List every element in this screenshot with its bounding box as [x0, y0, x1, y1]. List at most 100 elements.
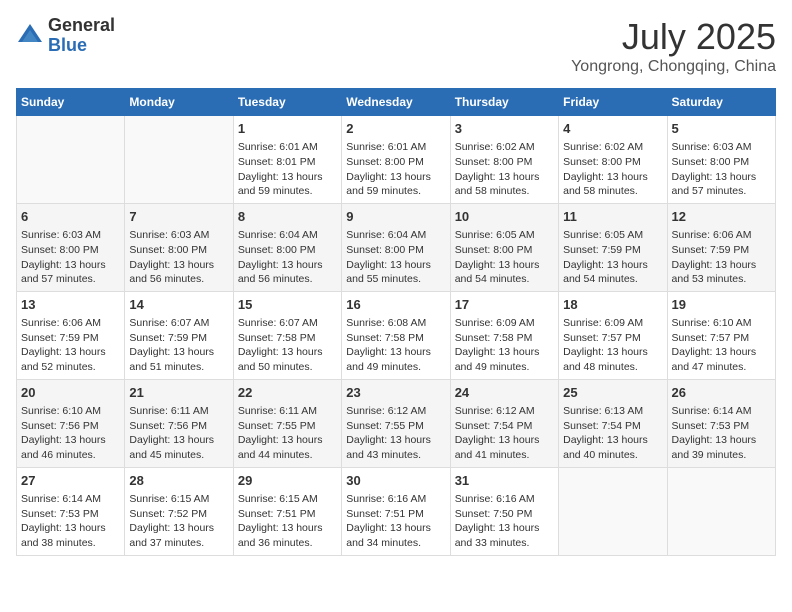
day-info: Sunrise: 6:10 AM Sunset: 7:57 PM Dayligh…: [672, 316, 771, 375]
calendar-cell: 27 Sunrise: 6:14 AM Sunset: 7:53 PM Dayli…: [17, 467, 125, 555]
calendar-cell: 5Sunrise: 6:03 AM Sunset: 8:00 PM Daylig…: [667, 116, 775, 204]
calendar-table: SundayMondayTuesdayWednesdayThursdayFrid…: [16, 88, 776, 556]
day-number: 26: [672, 384, 771, 402]
day-info: Sunrise: 6:03 AM Sunset: 8:00 PM Dayligh…: [21, 228, 120, 287]
day-number: 15: [238, 296, 337, 314]
calendar-week-row: 6 Sunrise: 6:03 AM Sunset: 8:00 PM Daylig…: [17, 203, 776, 291]
day-info: Sunrise: 6:14 AM Sunset: 7:53 PM Dayligh…: [672, 404, 771, 463]
day-number: 20: [21, 384, 120, 402]
calendar-cell: 2 Sunrise: 6:01 AM Sunset: 8:00 PM Daylig…: [342, 116, 450, 204]
calendar-cell: [559, 467, 667, 555]
day-number: 12: [672, 208, 771, 226]
day-number: 28: [129, 472, 228, 490]
day-info: Sunrise: 6:14 AM Sunset: 7:53 PM Dayligh…: [21, 492, 120, 551]
weekday-header-sunday: Sunday: [17, 89, 125, 116]
calendar-cell: 12 Sunrise: 6:06 AM Sunset: 7:59 PM Dayli…: [667, 203, 775, 291]
day-number: 3: [455, 120, 554, 138]
day-number: 24: [455, 384, 554, 402]
day-number: 10: [455, 208, 554, 226]
day-info: Sunrise: 6:07 AM Sunset: 7:59 PM Dayligh…: [129, 316, 228, 375]
day-info: Sunrise: 6:03 AM Sunset: 8:00 PM Dayligh…: [129, 228, 228, 287]
weekday-header-wednesday: Wednesday: [342, 89, 450, 116]
calendar-cell: 18 Sunrise: 6:09 AM Sunset: 7:57 PM Dayli…: [559, 291, 667, 379]
day-number: 18: [563, 296, 662, 314]
day-info: Sunrise: 6:05 AM Sunset: 7:59 PM Dayligh…: [563, 228, 662, 287]
calendar-cell: 6 Sunrise: 6:03 AM Sunset: 8:00 PM Daylig…: [17, 203, 125, 291]
calendar-title: July 2025: [571, 16, 776, 58]
calendar-cell: [17, 116, 125, 204]
day-info: Sunrise: 6:06 AM Sunset: 7:59 PM Dayligh…: [672, 228, 771, 287]
calendar-cell: 7 Sunrise: 6:03 AM Sunset: 8:00 PM Daylig…: [125, 203, 233, 291]
calendar-cell: 9 Sunrise: 6:04 AM Sunset: 8:00 PM Daylig…: [342, 203, 450, 291]
day-number: 6: [21, 208, 120, 226]
day-number: 21: [129, 384, 228, 402]
day-info: Sunrise: 6:01 AM Sunset: 8:00 PM Dayligh…: [346, 140, 445, 199]
day-number: 17: [455, 296, 554, 314]
day-info: Sunrise: 6:04 AM Sunset: 8:00 PM Dayligh…: [346, 228, 445, 287]
weekday-header-thursday: Thursday: [450, 89, 558, 116]
header: General Blue July 2025 Yongrong, Chongqi…: [16, 16, 776, 76]
calendar-cell: 23 Sunrise: 6:12 AM Sunset: 7:55 PM Dayli…: [342, 379, 450, 467]
calendar-week-row: 1 Sunrise: 6:01 AM Sunset: 8:01 PM Daylig…: [17, 116, 776, 204]
calendar-cell: 21 Sunrise: 6:11 AM Sunset: 7:56 PM Dayli…: [125, 379, 233, 467]
day-number: 2: [346, 120, 445, 138]
logo: General Blue: [16, 16, 115, 56]
calendar-week-row: 20Sunrise: 6:10 AM Sunset: 7:56 PM Dayli…: [17, 379, 776, 467]
calendar-subtitle: Yongrong, Chongqing, China: [571, 58, 776, 76]
day-info: Sunrise: 6:04 AM Sunset: 8:00 PM Dayligh…: [238, 228, 337, 287]
logo-text-blue: Blue: [48, 36, 115, 56]
day-number: 1: [238, 120, 337, 138]
calendar-cell: 31Sunrise: 6:16 AM Sunset: 7:50 PM Dayli…: [450, 467, 558, 555]
day-number: 27: [21, 472, 120, 490]
day-info: Sunrise: 6:09 AM Sunset: 7:58 PM Dayligh…: [455, 316, 554, 375]
day-number: 19: [672, 296, 771, 314]
calendar-cell: 11 Sunrise: 6:05 AM Sunset: 7:59 PM Dayli…: [559, 203, 667, 291]
day-number: 7: [129, 208, 228, 226]
weekday-header-friday: Friday: [559, 89, 667, 116]
calendar-cell: 10 Sunrise: 6:05 AM Sunset: 8:00 PM Dayli…: [450, 203, 558, 291]
calendar-cell: 8Sunrise: 6:04 AM Sunset: 8:00 PM Daylig…: [233, 203, 341, 291]
day-info: Sunrise: 6:13 AM Sunset: 7:54 PM Dayligh…: [563, 404, 662, 463]
logo-icon: [16, 22, 44, 50]
day-info: Sunrise: 6:12 AM Sunset: 7:54 PM Dayligh…: [455, 404, 554, 463]
day-number: 9: [346, 208, 445, 226]
title-area: July 2025 Yongrong, Chongqing, China: [571, 16, 776, 76]
day-info: Sunrise: 6:06 AM Sunset: 7:59 PM Dayligh…: [21, 316, 120, 375]
weekday-header-saturday: Saturday: [667, 89, 775, 116]
day-info: Sunrise: 6:11 AM Sunset: 7:55 PM Dayligh…: [238, 404, 337, 463]
calendar-cell: 13 Sunrise: 6:06 AM Sunset: 7:59 PM Dayli…: [17, 291, 125, 379]
logo-text-general: General: [48, 16, 115, 36]
calendar-cell: 3Sunrise: 6:02 AM Sunset: 8:00 PM Daylig…: [450, 116, 558, 204]
calendar-cell: 4Sunrise: 6:02 AM Sunset: 8:00 PM Daylig…: [559, 116, 667, 204]
day-info: Sunrise: 6:08 AM Sunset: 7:58 PM Dayligh…: [346, 316, 445, 375]
day-info: Sunrise: 6:15 AM Sunset: 7:51 PM Dayligh…: [238, 492, 337, 551]
day-number: 16: [346, 296, 445, 314]
day-number: 23: [346, 384, 445, 402]
day-number: 13: [21, 296, 120, 314]
calendar-cell: 15 Sunrise: 6:07 AM Sunset: 7:58 PM Dayli…: [233, 291, 341, 379]
calendar-cell: 24 Sunrise: 6:12 AM Sunset: 7:54 PM Dayli…: [450, 379, 558, 467]
day-info: Sunrise: 6:09 AM Sunset: 7:57 PM Dayligh…: [563, 316, 662, 375]
day-info: Sunrise: 6:05 AM Sunset: 8:00 PM Dayligh…: [455, 228, 554, 287]
day-info: Sunrise: 6:01 AM Sunset: 8:01 PM Dayligh…: [238, 140, 337, 199]
calendar-cell: 19 Sunrise: 6:10 AM Sunset: 7:57 PM Dayli…: [667, 291, 775, 379]
calendar-cell: 16 Sunrise: 6:08 AM Sunset: 7:58 PM Dayli…: [342, 291, 450, 379]
day-info: Sunrise: 6:02 AM Sunset: 8:00 PM Dayligh…: [563, 140, 662, 199]
weekday-header-row: SundayMondayTuesdayWednesdayThursdayFrid…: [17, 89, 776, 116]
day-info: Sunrise: 6:12 AM Sunset: 7:55 PM Dayligh…: [346, 404, 445, 463]
day-info: Sunrise: 6:16 AM Sunset: 7:50 PM Dayligh…: [455, 492, 554, 551]
calendar-cell: 28 Sunrise: 6:15 AM Sunset: 7:52 PM Dayli…: [125, 467, 233, 555]
day-info: Sunrise: 6:15 AM Sunset: 7:52 PM Dayligh…: [129, 492, 228, 551]
day-number: 11: [563, 208, 662, 226]
calendar-body: 1 Sunrise: 6:01 AM Sunset: 8:01 PM Daylig…: [17, 116, 776, 556]
calendar-header: SundayMondayTuesdayWednesdayThursdayFrid…: [17, 89, 776, 116]
calendar-week-row: 27 Sunrise: 6:14 AM Sunset: 7:53 PM Dayli…: [17, 467, 776, 555]
calendar-cell: 22 Sunrise: 6:11 AM Sunset: 7:55 PM Dayli…: [233, 379, 341, 467]
day-info: Sunrise: 6:07 AM Sunset: 7:58 PM Dayligh…: [238, 316, 337, 375]
day-number: 22: [238, 384, 337, 402]
day-info: Sunrise: 6:11 AM Sunset: 7:56 PM Dayligh…: [129, 404, 228, 463]
day-info: Sunrise: 6:03 AM Sunset: 8:00 PM Dayligh…: [672, 140, 771, 199]
weekday-header-monday: Monday: [125, 89, 233, 116]
calendar-cell: 29Sunrise: 6:15 AM Sunset: 7:51 PM Dayli…: [233, 467, 341, 555]
weekday-header-tuesday: Tuesday: [233, 89, 341, 116]
